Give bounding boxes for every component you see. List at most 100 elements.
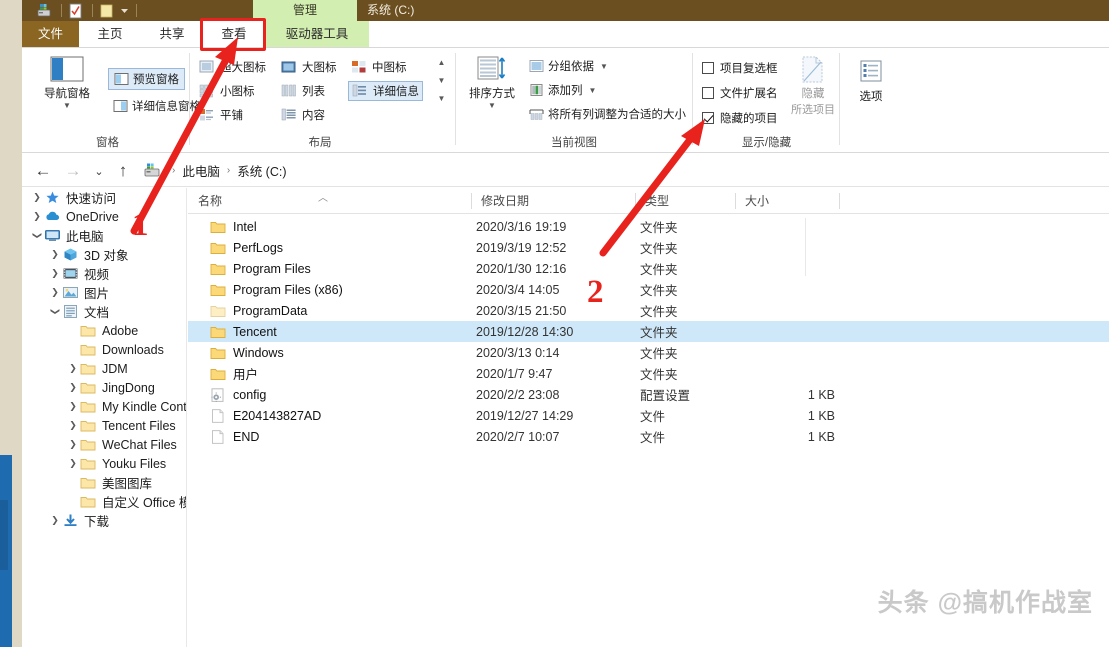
layout-tiles[interactable]: 平铺 bbox=[196, 106, 246, 124]
file-name-cell[interactable]: Tencent bbox=[188, 325, 277, 339]
nav-item-8[interactable]: Downloads bbox=[22, 340, 186, 359]
tab-home[interactable]: 主页 bbox=[79, 21, 141, 48]
chevron-right-icon[interactable]: ❯ bbox=[48, 245, 62, 264]
item-checkboxes-option[interactable]: 项目复选框 bbox=[702, 60, 778, 76]
file-name-cell[interactable]: Program Files bbox=[188, 262, 311, 276]
gallery-scroll-down-icon[interactable]: ▼ bbox=[435, 71, 448, 89]
options-button[interactable]: 选项 bbox=[844, 60, 898, 104]
forward-button[interactable]: → bbox=[62, 160, 84, 182]
column-header-size[interactable]: 大小 bbox=[735, 188, 839, 214]
chevron-right-icon[interactable]: ❯ bbox=[30, 188, 44, 207]
tab-file[interactable]: 文件 bbox=[22, 21, 79, 48]
layout-details[interactable]: 详细信息 bbox=[348, 81, 423, 101]
chevron-right-icon[interactable]: ❯ bbox=[66, 397, 80, 416]
nav-item-2[interactable]: ❯此电脑 bbox=[22, 226, 186, 245]
navigation-pane-button[interactable]: 导航窗格 ▼ bbox=[34, 56, 100, 110]
layout-small-icons[interactable]: 小图标 bbox=[196, 82, 258, 100]
group-by-dropdown-icon[interactable]: ▼ bbox=[600, 62, 608, 71]
properties-icon[interactable] bbox=[36, 3, 53, 19]
file-row[interactable]: config2020/2/2 23:08配置设置1 KB bbox=[188, 384, 1109, 405]
gallery-scroll-up-icon[interactable]: ▲ bbox=[435, 53, 448, 71]
preview-pane-button[interactable]: 预览窗格 bbox=[108, 68, 185, 90]
sort-by-button[interactable]: 排序方式 ▼ bbox=[461, 56, 523, 110]
file-name-cell[interactable]: PerfLogs bbox=[188, 241, 283, 255]
size-all-columns-button[interactable]: 将所有列调整为合适的大小 bbox=[529, 106, 686, 122]
chevron-right-icon[interactable]: ❯ bbox=[66, 416, 80, 435]
file-name-cell[interactable]: Intel bbox=[188, 220, 257, 234]
nav-item-14[interactable]: ❯Youku Files bbox=[22, 454, 186, 473]
customize-dropdown-icon[interactable] bbox=[118, 3, 131, 19]
sort-by-dropdown-icon[interactable]: ▼ bbox=[461, 101, 523, 110]
nav-item-0[interactable]: ❯快速访问 bbox=[22, 188, 186, 207]
hidden-items-checkbox[interactable] bbox=[702, 112, 714, 124]
layout-extra-large-icons[interactable]: 超大图标 bbox=[196, 58, 269, 76]
nav-item-7[interactable]: Adobe bbox=[22, 321, 186, 340]
chevron-right-icon[interactable]: ❯ bbox=[66, 435, 80, 454]
chevron-right-icon[interactable]: ❯ bbox=[48, 283, 62, 302]
file-row[interactable]: Intel2020/3/16 19:19文件夹 bbox=[188, 216, 1109, 237]
file-row[interactable]: PerfLogs2019/3/19 12:52文件夹 bbox=[188, 237, 1109, 258]
chevron-right-icon[interactable]: ❯ bbox=[66, 454, 80, 473]
gallery-expand-icon[interactable]: ▼ bbox=[435, 89, 448, 107]
column-header-name[interactable]: 名称 ︿ bbox=[188, 188, 476, 214]
hide-selected-items-button[interactable]: 隐藏 所选项目 bbox=[787, 56, 839, 117]
nav-item-11[interactable]: ❯My Kindle Conte bbox=[22, 397, 186, 416]
column-header-date[interactable]: 修改日期 bbox=[471, 188, 635, 214]
nav-item-17[interactable]: ❯下载 bbox=[22, 511, 186, 530]
file-row[interactable]: ProgramData2020/3/15 21:50文件夹 bbox=[188, 300, 1109, 321]
layout-list[interactable]: 列表 bbox=[278, 82, 328, 100]
file-extensions-option[interactable]: 文件扩展名 bbox=[702, 85, 778, 101]
breadcrumb-system-c[interactable]: 系统 (C:) bbox=[237, 161, 286, 180]
nav-item-6[interactable]: ❯文档 bbox=[22, 302, 186, 321]
chevron-right-icon[interactable]: ❯ bbox=[48, 264, 62, 283]
layout-gallery-scroll[interactable]: ▲ ▼ ▼ bbox=[435, 53, 448, 119]
nav-item-13[interactable]: ❯WeChat Files bbox=[22, 435, 186, 454]
file-name-cell[interactable]: E204143827AD bbox=[188, 409, 321, 423]
up-button[interactable]: ↑ bbox=[112, 160, 134, 182]
file-name-cell[interactable]: config bbox=[188, 388, 266, 402]
file-name-cell[interactable]: Windows bbox=[188, 346, 284, 360]
hidden-items-option[interactable]: 隐藏的项目 bbox=[702, 110, 778, 126]
file-row[interactable]: Program Files2020/1/30 12:16文件夹 bbox=[188, 258, 1109, 279]
breadcrumb-separator[interactable]: › bbox=[227, 165, 230, 176]
nav-item-4[interactable]: ❯视频 bbox=[22, 264, 186, 283]
tab-drive-tools[interactable]: 驱动器工具 bbox=[265, 21, 369, 48]
nav-item-15[interactable]: 美图图库 bbox=[22, 473, 186, 492]
nav-item-16[interactable]: 自定义 Office 模板 bbox=[22, 492, 186, 511]
nav-item-5[interactable]: ❯图片 bbox=[22, 283, 186, 302]
new-folder-icon[interactable] bbox=[98, 3, 115, 19]
file-row[interactable]: END2020/2/7 10:07文件1 KB bbox=[188, 426, 1109, 447]
chevron-right-icon[interactable]: ❯ bbox=[66, 359, 80, 378]
group-by-button[interactable]: 分组依据 ▼ bbox=[529, 58, 608, 74]
nav-item-12[interactable]: ❯Tencent Files bbox=[22, 416, 186, 435]
layout-medium-icons[interactable]: 中图标 bbox=[348, 58, 410, 76]
nav-item-3[interactable]: ❯3D 对象 bbox=[22, 245, 186, 264]
column-header-type[interactable]: 类型 bbox=[635, 188, 735, 214]
nav-item-9[interactable]: ❯JDM bbox=[22, 359, 186, 378]
file-row[interactable]: Program Files (x86)2020/3/4 14:05文件夹 bbox=[188, 279, 1109, 300]
tab-share[interactable]: 共享 bbox=[141, 21, 203, 48]
chevron-right-icon[interactable]: ❯ bbox=[48, 511, 62, 530]
chevron-right-icon[interactable]: ❯ bbox=[66, 378, 80, 397]
file-name-cell[interactable]: 用户 bbox=[188, 364, 258, 383]
checklist-icon[interactable] bbox=[67, 3, 84, 19]
file-extensions-checkbox[interactable] bbox=[702, 87, 714, 99]
recent-locations-button[interactable]: ⌄ bbox=[88, 160, 110, 182]
breadcrumb[interactable]: › 此电脑 › 系统 (C:) bbox=[144, 154, 287, 187]
nav-item-1[interactable]: ❯OneDrive bbox=[22, 207, 186, 226]
add-column-dropdown-icon[interactable]: ▼ bbox=[589, 86, 597, 95]
back-button[interactable]: ← bbox=[32, 160, 54, 182]
file-list-pane[interactable]: 名称 ︿ 修改日期 类型 大小 Intel2020/3/16 19:19文件夹P… bbox=[188, 188, 1109, 647]
column-divider[interactable] bbox=[839, 193, 840, 209]
breadcrumb-this-pc[interactable]: 此电脑 bbox=[182, 161, 220, 180]
chevron-right-icon[interactable]: ❯ bbox=[30, 207, 44, 226]
item-checkboxes-checkbox[interactable] bbox=[702, 62, 714, 74]
nav-pane-dropdown-icon[interactable]: ▼ bbox=[34, 101, 100, 110]
file-name-cell[interactable]: ProgramData bbox=[188, 304, 307, 318]
file-name-cell[interactable]: END bbox=[188, 430, 259, 444]
file-name-cell[interactable]: Program Files (x86) bbox=[188, 283, 343, 297]
file-row[interactable]: Windows2020/3/13 0:14文件夹 bbox=[188, 342, 1109, 363]
navigation-pane[interactable]: ❯快速访问❯OneDrive❯此电脑❯3D 对象❯视频❯图片❯文档AdobeDo… bbox=[22, 188, 187, 647]
file-row[interactable]: 用户2020/1/7 9:47文件夹 bbox=[188, 363, 1109, 384]
layout-content[interactable]: 内容 bbox=[278, 106, 328, 124]
